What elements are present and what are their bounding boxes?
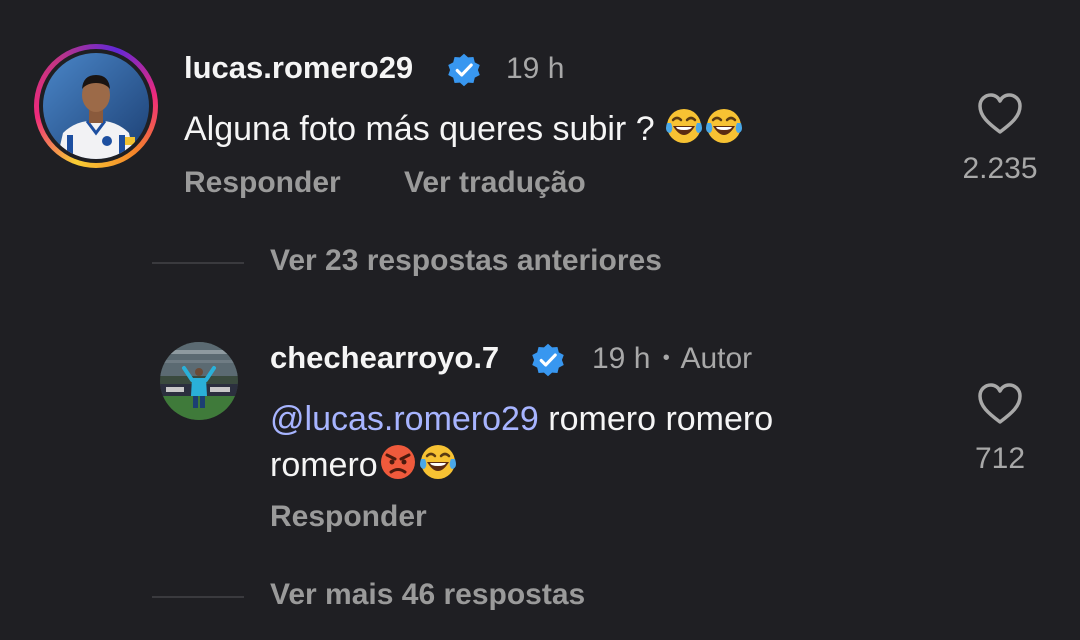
thread-divider (152, 596, 244, 598)
comment-time: 19 h (592, 342, 651, 375)
verified-badge-icon (532, 343, 564, 377)
avatar-image (160, 342, 238, 420)
like-heart-icon[interactable] (976, 92, 1024, 136)
reply-button[interactable]: Responder (270, 500, 427, 534)
avatar[interactable] (43, 53, 149, 159)
comment-time: 19 h (506, 52, 565, 85)
reply-button[interactable]: Responder (184, 166, 341, 200)
pouting-face-emoji-icon (380, 445, 415, 479)
thread-divider (152, 262, 244, 264)
mention-text: @lucas.romero29 (270, 400, 539, 438)
comment-text-content: romero (270, 446, 378, 484)
mention-link[interactable]: @lucas.romero29 (270, 400, 539, 438)
translate-button[interactable]: Ver tradução (404, 166, 586, 200)
verified-badge-icon (448, 53, 480, 87)
comment-text: @lucas.romero29 romero romero romero (270, 396, 910, 488)
story-ring[interactable] (34, 44, 158, 168)
meta-separator: • (662, 347, 670, 369)
like-count: 2.235 (962, 152, 1038, 185)
avatar[interactable] (160, 342, 238, 420)
author-badge: Autor (680, 342, 753, 375)
tears-of-joy-emoji-icon (666, 109, 703, 143)
view-previous-replies-button[interactable]: Ver 23 respostas anteriores (270, 244, 662, 278)
comment-text-content: Alguna foto más queres subir ? (184, 110, 655, 148)
comment-text: Alguna foto más queres subir ? (184, 106, 744, 152)
avatar-image (43, 53, 149, 159)
comment-time-author: 19 h • Autor (592, 342, 752, 376)
view-more-replies-button[interactable]: Ver mais 46 respostas (270, 578, 585, 612)
tears-of-joy-emoji-icon (706, 109, 743, 143)
comment-username[interactable]: lucas.romero29 (184, 50, 413, 86)
tears-of-joy-emoji-icon (419, 445, 456, 479)
comment-username[interactable]: chechearroyo.7 (270, 340, 499, 376)
like-heart-icon[interactable] (976, 382, 1024, 426)
comment-text-content: romero romero (538, 400, 774, 438)
like-count: 712 (974, 442, 1026, 475)
